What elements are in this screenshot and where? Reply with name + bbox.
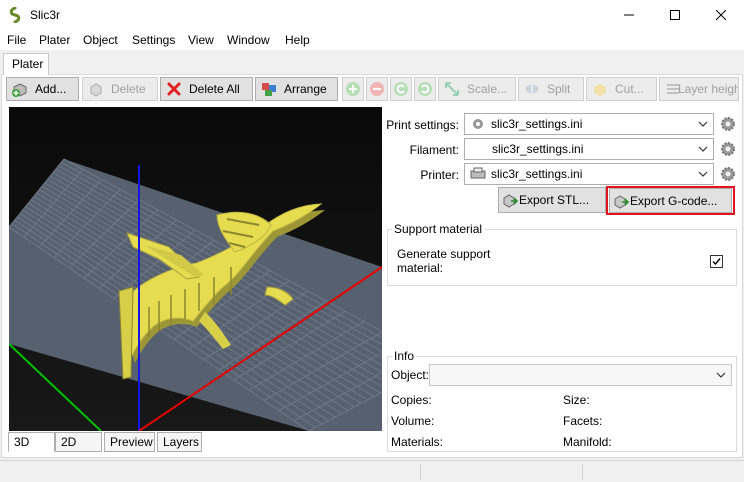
delete-object-icon: [90, 83, 102, 97]
rotate-left-icon: [394, 82, 408, 96]
minimize-button[interactable]: [606, 0, 652, 30]
facets-label: Facets:: [563, 414, 603, 428]
chevron-down-icon: [716, 372, 726, 378]
layer-heights-button-label: Layer heights: [678, 82, 738, 96]
add-object-icon: [12, 83, 27, 97]
delete-button[interactable]: Delete: [82, 77, 158, 101]
menu-help[interactable]: Help: [285, 33, 310, 47]
print-settings-label: Print settings:: [386, 118, 459, 132]
status-separator: [420, 464, 421, 480]
volume-label: Volume:: [391, 414, 435, 428]
print-settings-combo[interactable]: slic3r_settings.ini: [464, 113, 714, 135]
3d-scene[interactable]: [9, 107, 382, 431]
object-label: Object:: [391, 368, 430, 382]
add-button-label: Add...: [35, 82, 67, 96]
scale-icon: [445, 82, 459, 96]
filament-edit-gear-icon[interactable]: [720, 141, 736, 157]
cut-button-label: Cut...: [615, 82, 644, 96]
tab-3d[interactable]: 3D: [8, 432, 55, 452]
print-settings-gear-icon: [473, 119, 483, 129]
menu-object[interactable]: Object: [83, 33, 118, 47]
filament-value: slic3r_settings.ini: [492, 142, 584, 156]
add-button[interactable]: Add...: [6, 77, 79, 101]
chevron-down-icon: [698, 146, 708, 152]
filament-combo[interactable]: slic3r_settings.ini: [464, 138, 714, 160]
title-bar: Slic3r: [0, 0, 744, 30]
tab-layers[interactable]: Layers: [157, 432, 202, 452]
window-title: Slic3r: [30, 8, 61, 22]
printer-edit-gear-icon[interactable]: [720, 166, 736, 182]
delete-all-button[interactable]: Delete All: [160, 77, 253, 101]
size-label: Size:: [563, 393, 590, 407]
export-stl-icon: [503, 194, 518, 208]
tab-preview[interactable]: Preview: [104, 432, 155, 452]
plus-icon: [346, 82, 360, 96]
support-material-title: Support material: [392, 222, 485, 236]
checkmark-icon: [712, 258, 721, 266]
menu-file[interactable]: File: [7, 33, 26, 47]
printer-label: Printer:: [420, 168, 459, 182]
generate-support-label-line1: Generate support: [397, 247, 491, 261]
generate-support-checkbox[interactable]: [710, 255, 723, 268]
printer-icon: [470, 167, 486, 179]
arrange-button[interactable]: Arrange: [255, 77, 338, 101]
3d-viewport[interactable]: [9, 107, 382, 431]
scale-button[interactable]: Scale...: [438, 77, 516, 101]
increase-copies-button[interactable]: [342, 77, 364, 101]
export-gcode-highlight: [606, 186, 735, 215]
cut-icon: [594, 84, 606, 96]
export-stl-button[interactable]: Export STL...: [498, 187, 606, 213]
export-stl-label: Export STL...: [519, 193, 590, 207]
generate-support-label: Generate support material:: [397, 247, 490, 275]
menu-window[interactable]: Window: [227, 33, 270, 47]
tab-plater[interactable]: Plater: [3, 53, 49, 75]
split-button[interactable]: Split: [518, 77, 584, 101]
print-settings-edit-gear-icon[interactable]: [720, 116, 736, 132]
rotate-right-button[interactable]: [414, 77, 436, 101]
info-title: Info: [392, 349, 417, 363]
delete-all-icon: [167, 82, 181, 96]
delete-button-label: Delete: [111, 82, 146, 96]
split-icon: [526, 84, 538, 94]
maximize-button[interactable]: [652, 0, 698, 30]
delete-all-button-label: Delete All: [189, 82, 240, 96]
status-separator: [582, 464, 583, 480]
printer-combo[interactable]: slic3r_settings.ini: [464, 163, 714, 185]
tab-2d[interactable]: 2D: [55, 432, 102, 452]
copies-label: Copies:: [391, 393, 432, 407]
status-bar: [0, 460, 744, 482]
arrange-icon: [262, 83, 276, 96]
menu-plater[interactable]: Plater: [39, 33, 70, 47]
print-settings-value: slic3r_settings.ini: [491, 117, 583, 131]
rotate-right-icon: [418, 82, 432, 96]
rotate-left-button[interactable]: [390, 77, 412, 101]
cut-button[interactable]: Cut...: [586, 77, 657, 101]
printer-value: slic3r_settings.ini: [491, 167, 583, 181]
filament-label: Filament:: [409, 143, 459, 157]
chevron-down-icon: [698, 121, 708, 127]
menu-bar: File Plater Object Settings View Window …: [0, 30, 744, 50]
chevron-down-icon: [698, 171, 708, 177]
minus-icon: [370, 82, 384, 96]
scale-button-label: Scale...: [467, 82, 508, 96]
menu-view[interactable]: View: [188, 33, 214, 47]
generate-support-label-line2: material:: [397, 261, 444, 275]
layer-heights-button[interactable]: Layer heights: [659, 77, 739, 101]
manifold-label: Manifold:: [563, 435, 612, 449]
menu-settings[interactable]: Settings: [132, 33, 175, 47]
materials-label: Materials:: [391, 435, 444, 449]
decrease-copies-button[interactable]: [366, 77, 388, 101]
arrange-button-label: Arrange: [284, 82, 327, 96]
slic3r-logo-icon: [9, 7, 21, 23]
maximize-icon: [670, 10, 680, 20]
split-button-label: Split: [547, 82, 571, 96]
minimize-icon: [624, 14, 634, 16]
object-combo[interactable]: [429, 364, 732, 386]
close-button[interactable]: [698, 0, 744, 30]
close-icon: [716, 10, 726, 20]
